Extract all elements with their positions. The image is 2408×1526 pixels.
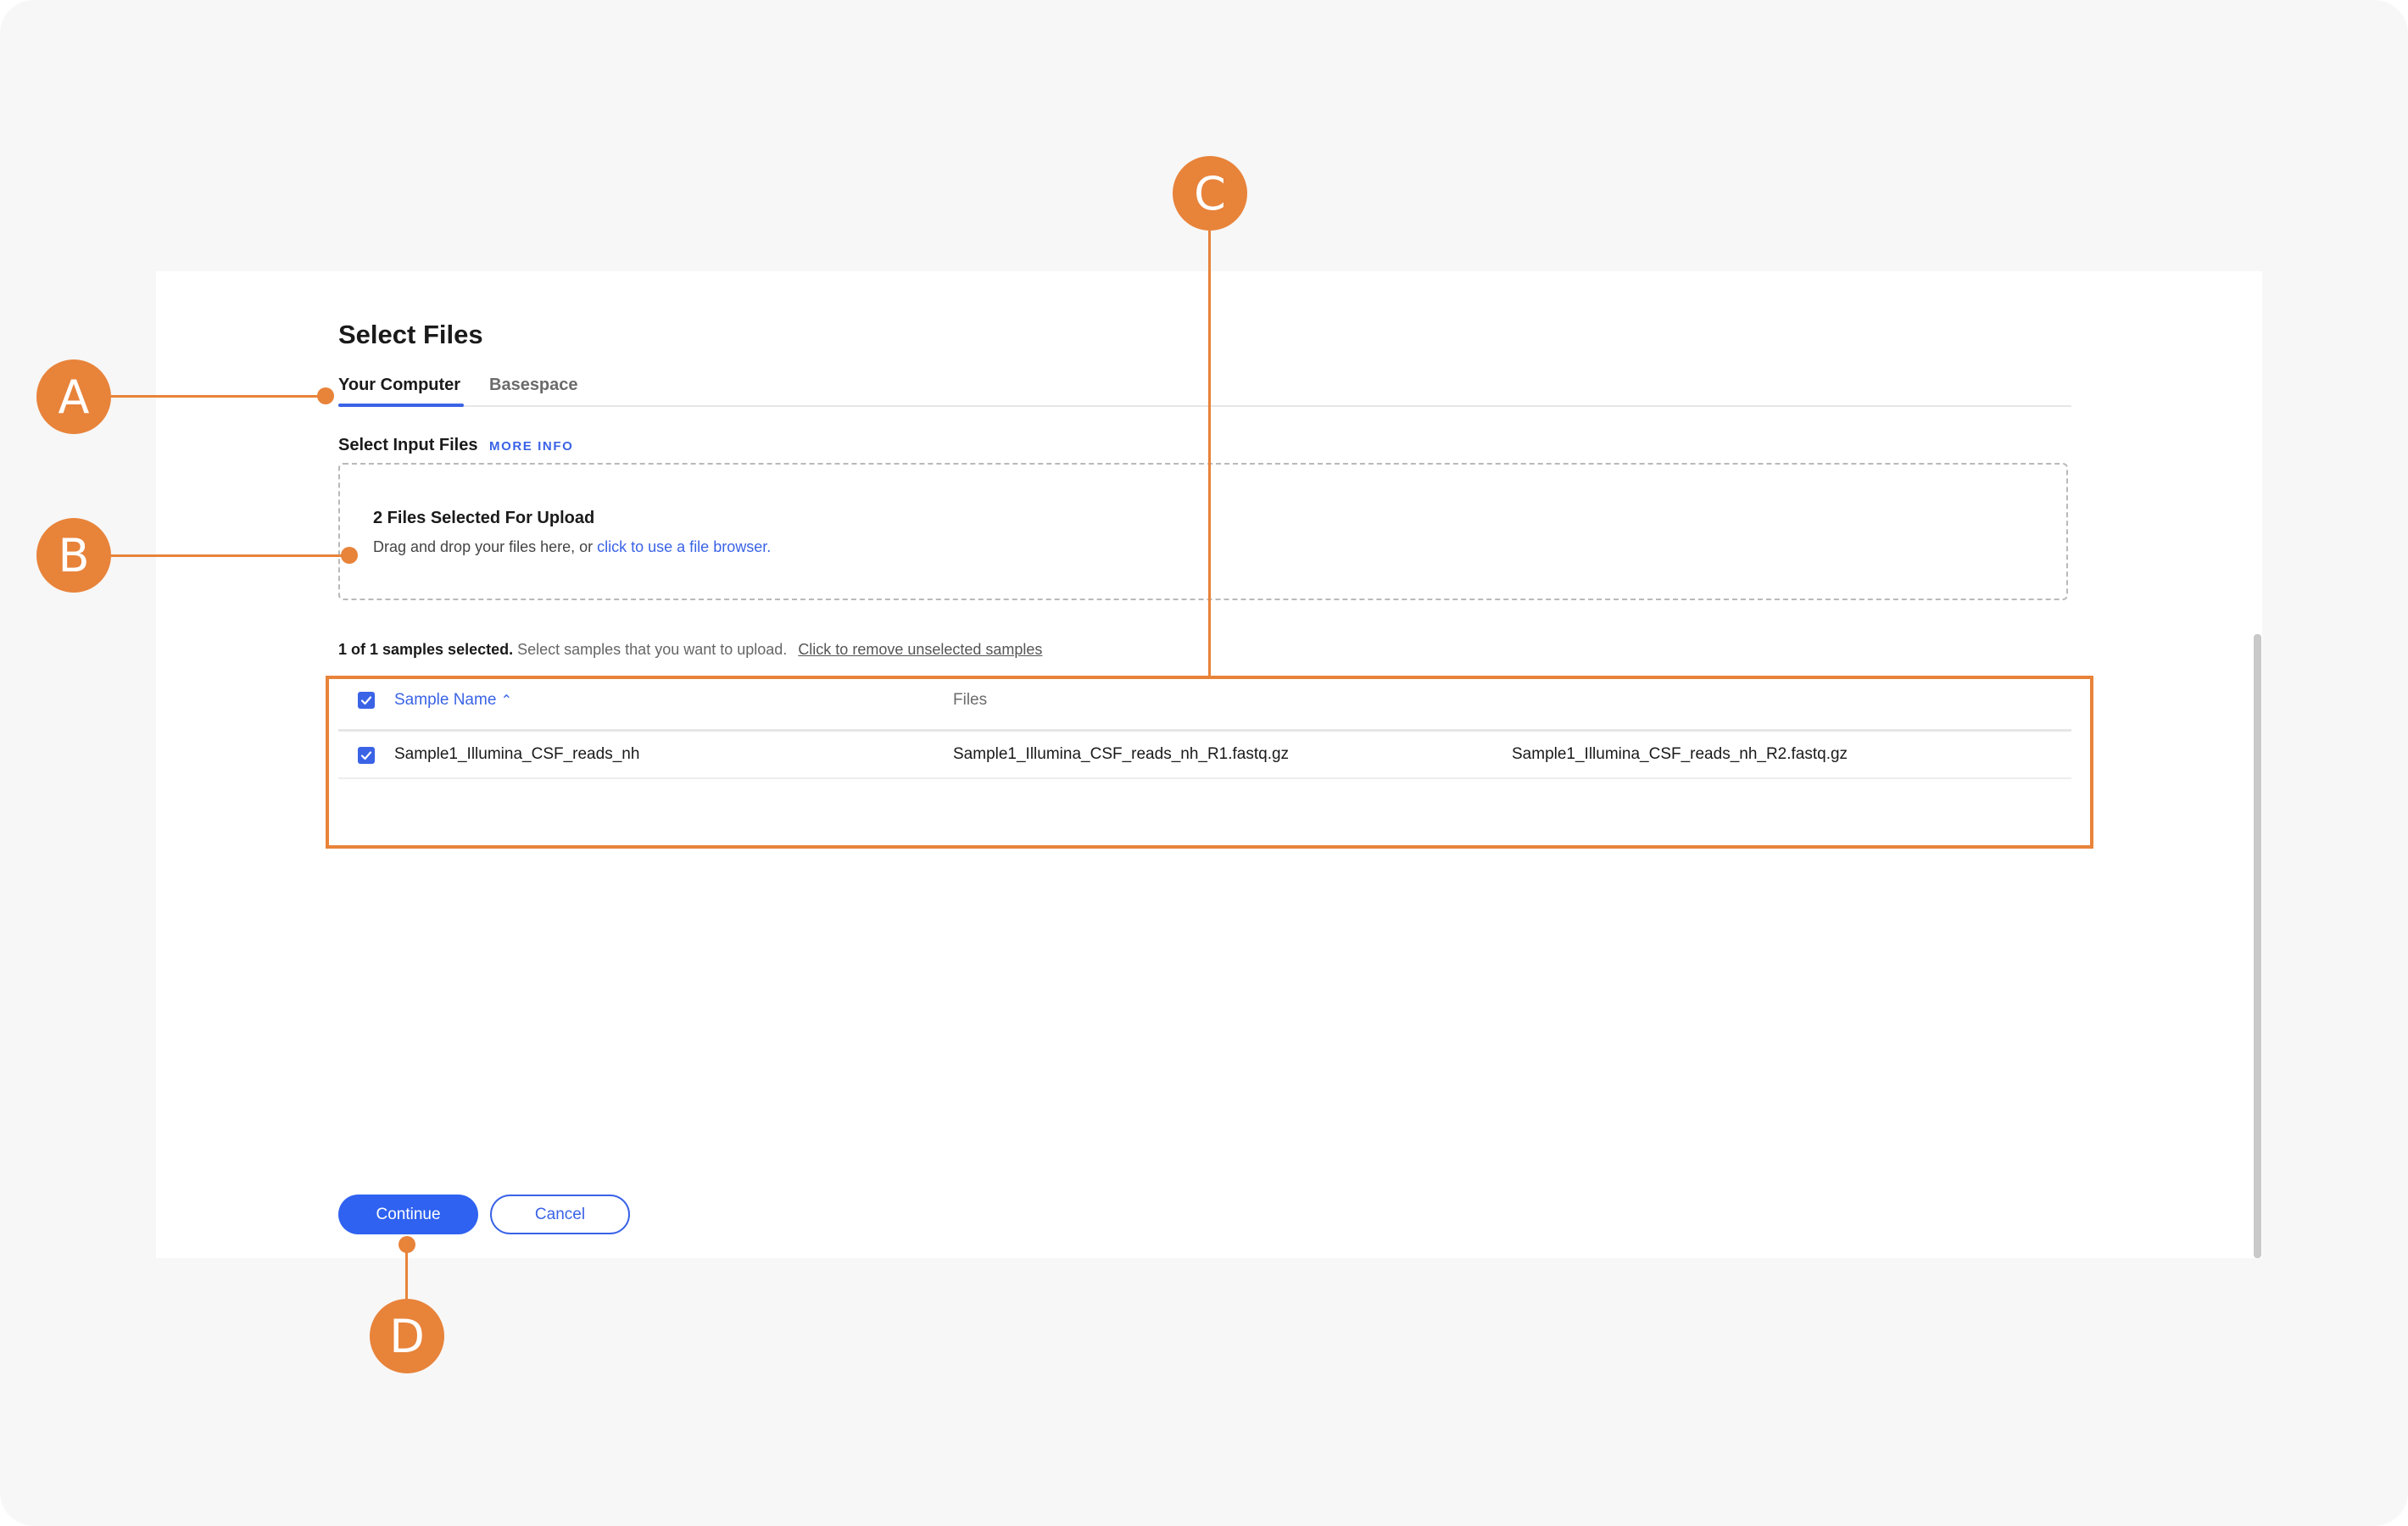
callout-c-leader-line: [1208, 231, 1211, 676]
callout-b-badge: B: [36, 518, 111, 593]
selection-count: 1 of 1 samples selected.: [338, 641, 514, 658]
callout-a-badge: A: [36, 359, 111, 434]
tabs-divider: [338, 405, 2071, 407]
file-dropzone[interactable]: [338, 463, 2068, 600]
more-info-link[interactable]: MORE INFO: [489, 439, 573, 454]
tab-your-computer[interactable]: Your Computer: [338, 376, 460, 395]
callout-a-leader-line: [111, 395, 326, 398]
selection-summary: 1 of 1 samples selected. Select samples …: [338, 641, 1042, 659]
cancel-button[interactable]: Cancel: [490, 1195, 630, 1234]
dropzone-title: 2 Files Selected For Upload: [373, 509, 595, 527]
callout-b-marker: [341, 547, 358, 564]
callout-a-marker: [317, 387, 334, 404]
selection-hint: Select samples that you want to upload.: [513, 641, 792, 658]
callout-b-leader-line: [111, 554, 348, 557]
callout-d-badge: D: [370, 1299, 444, 1373]
callout-c-highlight-box: [326, 676, 2093, 849]
active-tab-indicator: [338, 404, 464, 407]
select-input-files-label: Select Input Files: [338, 436, 478, 454]
file-browser-link[interactable]: click to use a file browser.: [597, 538, 771, 555]
remove-unselected-link[interactable]: Click to remove unselected samples: [798, 641, 1042, 658]
continue-button[interactable]: Continue: [338, 1195, 478, 1234]
callout-c-badge: C: [1173, 156, 1247, 231]
callout-d-marker: [399, 1236, 415, 1253]
dropzone-instructions: Drag and drop your files here, or click …: [373, 538, 771, 556]
dropzone-text: Drag and drop your files here, or: [373, 538, 598, 555]
tab-basespace[interactable]: Basespace: [489, 376, 578, 395]
page-title: Select Files: [338, 320, 483, 349]
scrollbar-thumb[interactable]: [2254, 634, 2261, 1258]
